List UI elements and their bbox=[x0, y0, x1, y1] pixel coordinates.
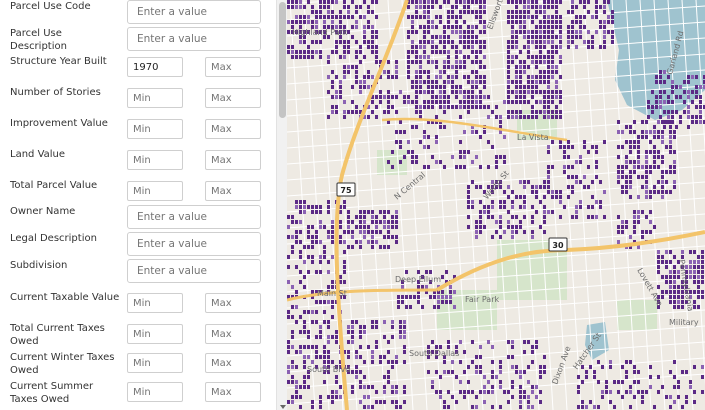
filter-label: Current Summer Taxes Owed bbox=[10, 381, 94, 405]
total-parcel-value-min-input[interactable] bbox=[127, 181, 183, 201]
number-of-stories-max-input[interactable] bbox=[205, 88, 261, 108]
map-place-label: Highland Park bbox=[292, 28, 348, 37]
scroll-down-arrow-icon[interactable] bbox=[280, 405, 286, 409]
filter-row-number-of-stories: Number of Stories bbox=[0, 85, 276, 116]
current-winter-taxes-owed-max-input[interactable] bbox=[205, 353, 261, 373]
total-parcel-value-max-input[interactable] bbox=[205, 181, 261, 201]
filter-row-structure-year-built: Structure Year Built bbox=[0, 54, 276, 85]
current-winter-taxes-owed-min-input[interactable] bbox=[127, 353, 183, 373]
filter-label: Legal Description bbox=[10, 233, 97, 244]
filter-label: Subdivision bbox=[10, 260, 68, 271]
filter-label: Total Current Taxes Owed bbox=[10, 323, 105, 347]
filter-row-improvement-value: Improvement Value bbox=[0, 116, 276, 147]
filter-label: Structure Year Built bbox=[10, 56, 107, 67]
filter-label: Current Taxable Value bbox=[10, 292, 120, 303]
total-current-taxes-owed-min-input[interactable] bbox=[127, 324, 183, 344]
number-of-stories-min-input[interactable] bbox=[127, 88, 183, 108]
parcel-use-code-input[interactable] bbox=[127, 0, 261, 24]
filter-row-current-summer-taxes-owed: Current Summer Taxes Owed bbox=[0, 379, 276, 410]
land-value-min-input[interactable] bbox=[127, 150, 183, 170]
map-place-label: Main St bbox=[317, 289, 347, 298]
current-summer-taxes-owed-min-input[interactable] bbox=[127, 382, 183, 402]
filter-label: Owner Name bbox=[10, 206, 76, 217]
filter-label: Parcel Use Code bbox=[10, 1, 91, 12]
current-taxable-value-max-input[interactable] bbox=[205, 293, 261, 313]
map-place-label: Military bbox=[669, 318, 699, 327]
filter-panel: Parcel Use Code Parcel Use Description Str… bbox=[0, 0, 276, 410]
filter-label: Total Parcel Value bbox=[10, 180, 98, 191]
map-place-label: South Dallas bbox=[409, 349, 459, 358]
filter-row-total-current-taxes-owed: Total Current Taxes Owed bbox=[0, 321, 276, 352]
land-value-max-input[interactable] bbox=[205, 150, 261, 170]
filter-row-current-winter-taxes-owed: Current Winter Taxes Owed bbox=[0, 350, 276, 381]
structure-year-built-min-input[interactable] bbox=[127, 57, 183, 77]
filter-row-subdivision: Subdivision bbox=[0, 259, 276, 286]
map-place-label: Ellsworth bbox=[485, 0, 506, 31]
filter-row-current-taxable-value: Current Taxable Value bbox=[0, 290, 276, 321]
filter-row-owner-name: Owner Name bbox=[0, 205, 276, 232]
highway-shield: 30 bbox=[548, 237, 568, 252]
highway-shield: 75 bbox=[336, 182, 356, 197]
parcel-use-description-input[interactable] bbox=[127, 27, 261, 51]
filter-row-parcel-use-code: Parcel Use Code bbox=[0, 0, 276, 27]
filter-label: Number of Stories bbox=[10, 87, 101, 98]
map-place-label: Dixon Ave bbox=[550, 345, 572, 386]
current-taxable-value-min-input[interactable] bbox=[127, 293, 183, 313]
legal-description-input[interactable] bbox=[127, 232, 261, 256]
map-place-label: South Blvd bbox=[307, 365, 350, 374]
filter-label: Land Value bbox=[10, 149, 66, 160]
owner-name-input[interactable] bbox=[127, 205, 261, 229]
filter-label: Improvement Value bbox=[10, 118, 108, 129]
scrollbar-thumb[interactable] bbox=[279, 2, 286, 118]
filter-label: Current Winter Taxes Owed bbox=[10, 352, 115, 376]
map-place-label: Deep Ellum bbox=[395, 275, 441, 284]
total-current-taxes-owed-max-input[interactable] bbox=[205, 324, 261, 344]
structure-year-built-max-input[interactable] bbox=[205, 57, 261, 77]
filter-row-land-value: Land Value bbox=[0, 147, 276, 178]
map-canvas[interactable]: 7530 Highland ParkEllsworthLa VistaGarla… bbox=[287, 0, 705, 410]
filter-label: Parcel Use Description bbox=[10, 28, 67, 52]
shield-number: 75 bbox=[340, 186, 352, 195]
map-place-label: La Vista bbox=[517, 133, 549, 142]
parcel-map[interactable]: 75 30 Highland Park Ellsworth La Vista Garla… bbox=[287, 0, 705, 410]
shield-number: 30 bbox=[552, 241, 564, 250]
current-summer-taxes-owed-max-input[interactable] bbox=[205, 382, 261, 402]
map-place-label: Fair Park bbox=[465, 295, 499, 304]
panel-scrollbar[interactable] bbox=[276, 0, 287, 410]
improvement-value-max-input[interactable] bbox=[205, 119, 261, 139]
filter-row-parcel-use-description: Parcel Use Description bbox=[0, 27, 276, 54]
subdivision-input[interactable] bbox=[127, 259, 261, 283]
improvement-value-min-input[interactable] bbox=[127, 119, 183, 139]
filter-row-legal-description: Legal Description bbox=[0, 232, 276, 259]
